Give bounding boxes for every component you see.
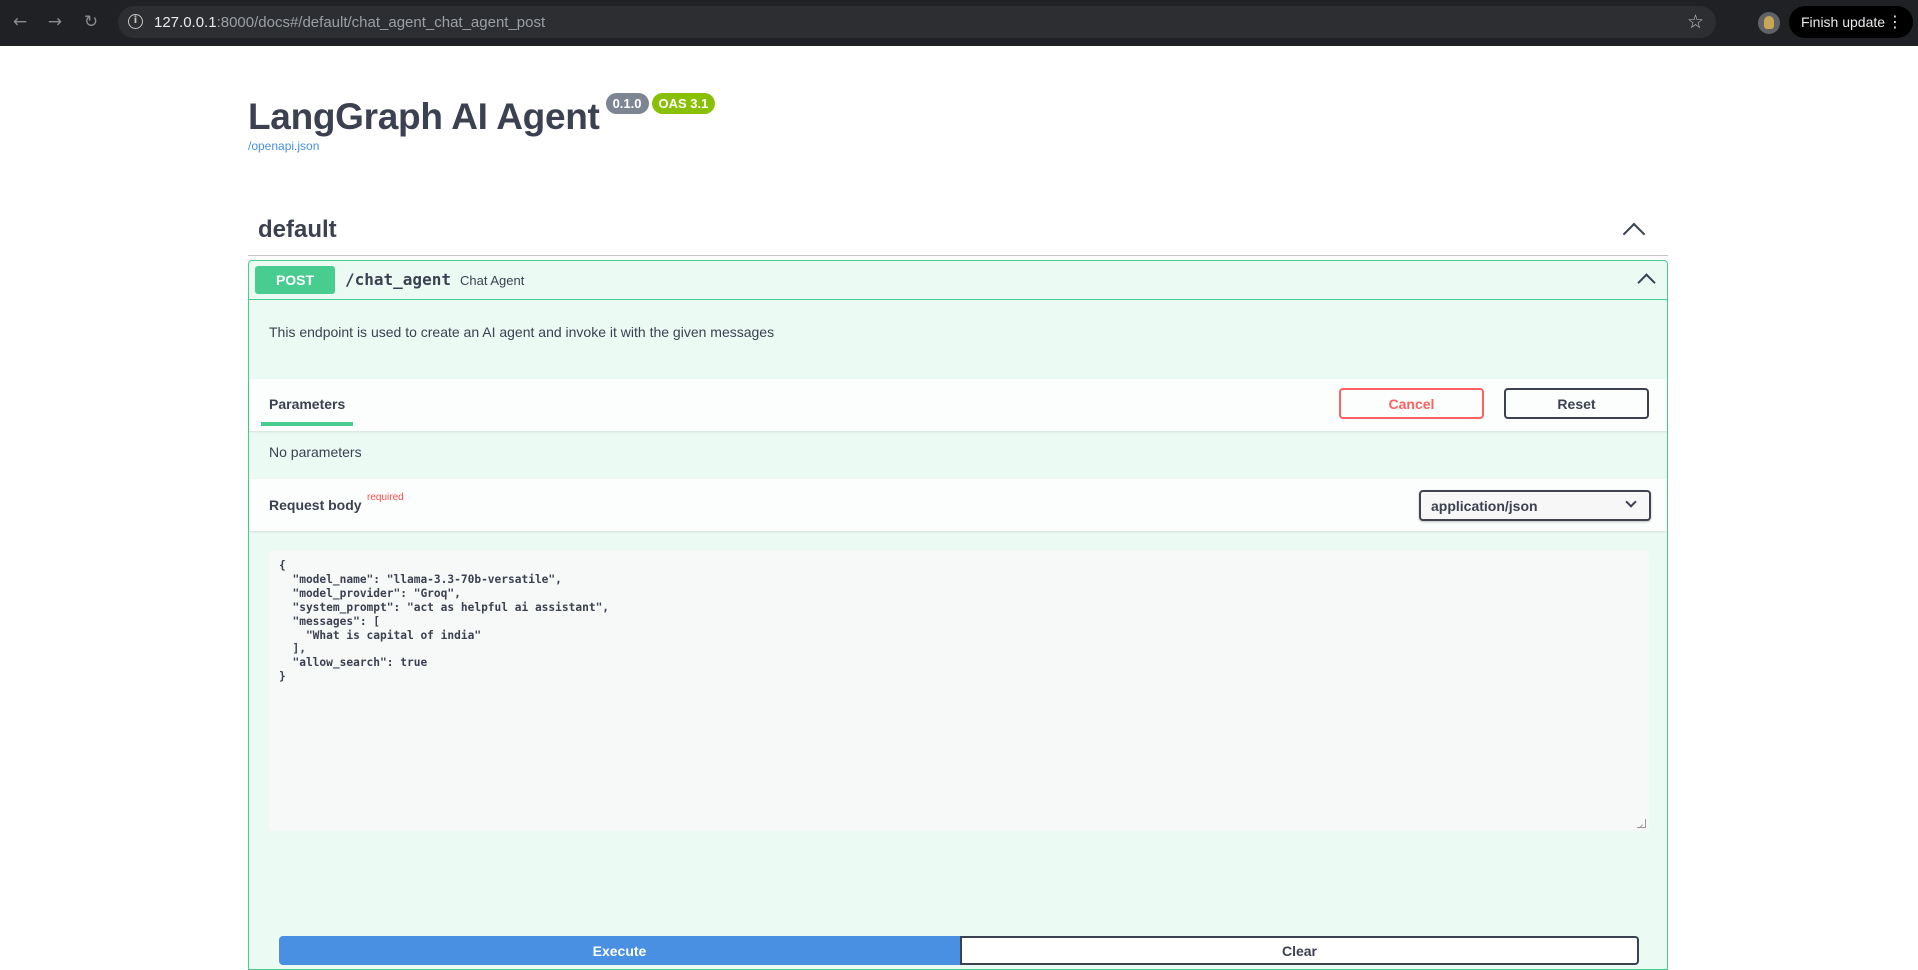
api-title: LangGraph AI Agent — [248, 96, 600, 137]
section-title: default — [258, 216, 337, 243]
parameters-header: Parameters Cancel Reset — [249, 379, 1667, 431]
finish-update-label: Finish update — [1801, 14, 1886, 30]
forward-arrow-icon[interactable]: → — [45, 12, 65, 32]
chevron-up-icon[interactable] — [1637, 273, 1656, 292]
operation-description: This endpoint is used to create an AI ag… — [269, 324, 775, 340]
content-type-value: application/json — [1431, 498, 1538, 514]
chevron-down-icon — [1625, 496, 1637, 508]
request-body-header: Request body required application/json — [249, 479, 1667, 531]
tab-active-indicator — [261, 422, 353, 426]
info-header: LangGraph AI Agent 0.1.0 OAS 3.1 — [248, 93, 716, 138]
tab-parameters[interactable]: Parameters — [269, 396, 345, 412]
request-body-editor[interactable]: { "model_name": "llama-3.3-70b-versatile… — [269, 551, 1649, 831]
back-arrow-icon[interactable]: ← — [10, 12, 30, 32]
version-badge: 0.1.0 — [605, 93, 649, 115]
browser-toolbar: ← → ↻ i 127.0.0.1:8000/docs#/default/cha… — [0, 0, 1918, 46]
tag-section-default[interactable]: default — [248, 206, 1668, 256]
operation-block-post: POST /chat_agent Chat Agent This endpoin… — [248, 260, 1668, 970]
required-marker: required — [367, 492, 404, 503]
cancel-button[interactable]: Cancel — [1339, 388, 1484, 419]
address-bar[interactable]: i 127.0.0.1:8000/docs#/default/chat_agen… — [118, 6, 1716, 38]
no-parameters-text: No parameters — [269, 444, 362, 460]
menu-kebab-icon[interactable]: ⋮ — [1887, 6, 1903, 38]
profile-avatar-icon[interactable] — [1758, 12, 1780, 34]
url-host: 127.0.0.1 — [154, 14, 217, 31]
reset-button[interactable]: Reset — [1504, 388, 1649, 419]
url-path: :8000/docs#/default/chat_agent_chat_agen… — [216, 14, 546, 31]
site-info-icon[interactable]: i — [128, 14, 143, 29]
operation-summary-text: Chat Agent — [460, 273, 525, 288]
content-type-select[interactable]: application/json — [1419, 490, 1651, 521]
oas-badge: OAS 3.1 — [651, 93, 716, 115]
openapi-json-link[interactable]: /openapi.json — [248, 139, 319, 153]
method-badge: POST — [255, 266, 335, 294]
operation-path: /chat_agent — [345, 270, 451, 289]
request-body-label: Request body — [269, 497, 362, 513]
bookmark-star-icon[interactable]: ☆ — [1687, 11, 1704, 33]
operation-summary[interactable]: POST /chat_agent Chat Agent — [249, 261, 1667, 300]
url-text[interactable]: 127.0.0.1:8000/docs#/default/chat_agent_… — [154, 14, 545, 31]
finish-update-button[interactable]: Finish update ⋮ — [1789, 6, 1913, 38]
chevron-up-icon[interactable] — [1622, 222, 1646, 246]
reload-icon[interactable]: ↻ — [81, 12, 101, 32]
